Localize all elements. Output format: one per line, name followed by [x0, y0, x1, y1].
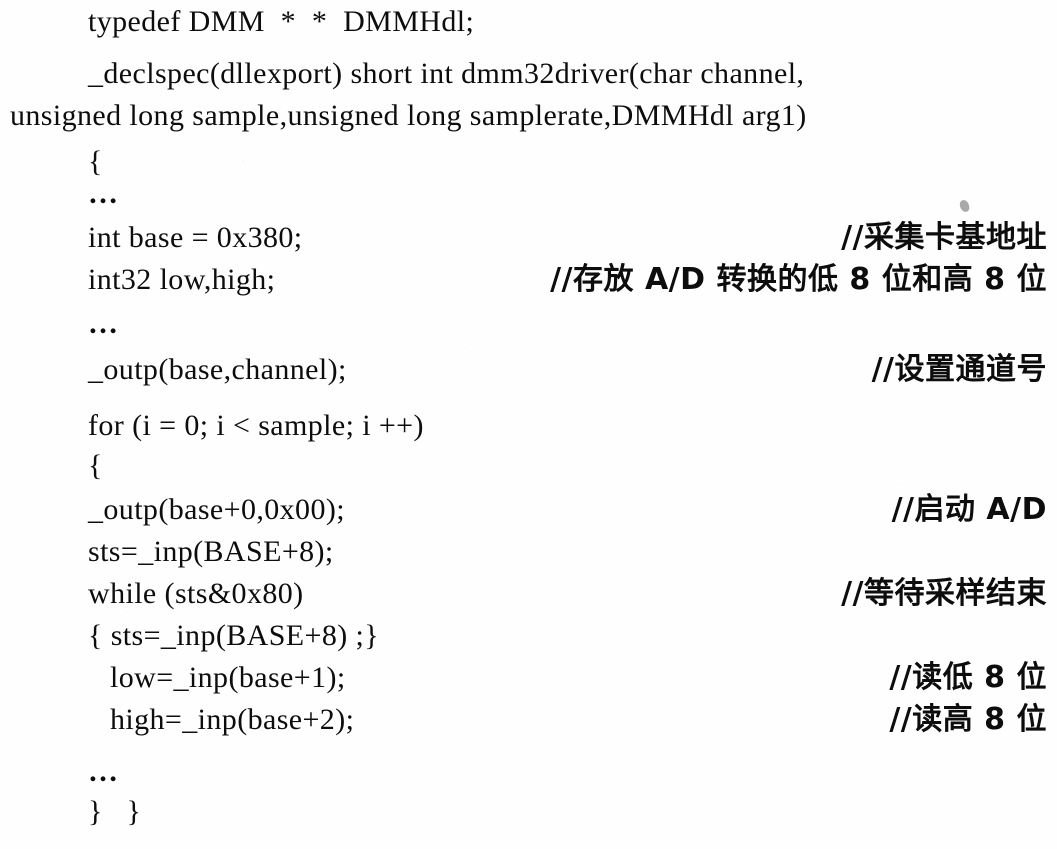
code-text: } }	[88, 795, 142, 828]
code-line: …	[0, 172, 1057, 216]
code-comment: //启动 A/D	[891, 492, 1047, 527]
code-text: int32 low,high;	[88, 263, 276, 296]
code-ellipsis: …	[88, 177, 121, 210]
code-line: typedef DMM * * DMMHdl;	[0, 0, 1057, 44]
code-line: low=_inp(base+1); //读低 8 位	[0, 656, 1057, 700]
code-comment: //读低 8 位	[889, 660, 1047, 695]
code-text: {	[88, 449, 103, 482]
code-line: {	[0, 444, 1057, 488]
code-line: …	[0, 302, 1057, 346]
code-text: sts=_inp(BASE+8);	[88, 535, 334, 568]
code-line: _outp(base,channel); //设置通道号	[0, 348, 1057, 392]
code-ellipsis: …	[88, 307, 121, 340]
code-line: int32 low,high; //存放 A/D 转换的低 8 位和高 8 位	[0, 258, 1057, 302]
code-line: _outp(base+0,0x00); //启动 A/D	[0, 488, 1057, 532]
code-line: while (sts&0x80) //等待采样结束	[0, 572, 1057, 616]
code-comment: //存放 A/D 转换的低 8 位和高 8 位	[550, 262, 1047, 297]
code-line: int base = 0x380; //采集卡基地址	[0, 216, 1057, 260]
code-text: int base = 0x380;	[88, 221, 303, 254]
code-line: { sts=_inp(BASE+8) ;}	[0, 614, 1057, 658]
code-comment: //设置通道号	[871, 352, 1047, 387]
code-line: high=_inp(base+2); //读高 8 位	[0, 698, 1057, 742]
code-comment: //采集卡基地址	[841, 220, 1047, 255]
code-text: _declspec(dllexport) short int dmm32driv…	[88, 57, 805, 90]
code-line: …	[0, 750, 1057, 794]
code-comment: //读高 8 位	[889, 702, 1047, 737]
code-text: while (sts&0x80)	[88, 577, 304, 610]
code-line: unsigned long sample,unsigned long sampl…	[0, 94, 1057, 138]
code-line: } }	[0, 790, 1057, 834]
code-line: for (i = 0; i < sample; i ++)	[0, 404, 1057, 448]
code-text: unsigned long sample,unsigned long sampl…	[10, 99, 807, 132]
code-text: _outp(base,channel);	[88, 353, 347, 386]
code-line: sts=_inp(BASE+8);	[0, 530, 1057, 574]
code-text: typedef DMM * * DMMHdl;	[88, 5, 475, 38]
code-text: high=_inp(base+2);	[110, 703, 355, 736]
code-line: _declspec(dllexport) short int dmm32driv…	[0, 52, 1057, 96]
scanned-page: typedef DMM * * DMMHdl; _declspec(dllexpo…	[0, 0, 1057, 849]
code-text: _outp(base+0,0x00);	[88, 493, 345, 526]
code-text: low=_inp(base+1);	[110, 661, 346, 694]
code-comment: //等待采样结束	[841, 576, 1047, 611]
code-ellipsis: …	[88, 755, 121, 788]
code-text: { sts=_inp(BASE+8) ;}	[88, 619, 380, 652]
code-text: for (i = 0; i < sample; i ++)	[88, 409, 424, 442]
